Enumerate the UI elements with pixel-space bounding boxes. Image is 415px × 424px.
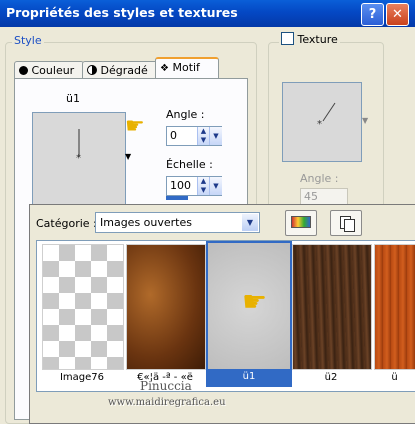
- angle-value: 0: [170, 129, 177, 142]
- copy-pattern-button[interactable]: [330, 210, 362, 236]
- pattern-icon: ❖: [160, 63, 169, 74]
- close-button[interactable]: ✕: [386, 3, 409, 26]
- category-label: Catégorie :: [36, 217, 97, 230]
- tab-motif[interactable]: ❖ Motif: [155, 57, 219, 78]
- pattern-thumbnail[interactable]: [374, 244, 415, 370]
- pattern-thumbnail[interactable]: [42, 244, 124, 370]
- texture-toggle[interactable]: Texture: [279, 32, 340, 46]
- texture-preview: *: [282, 82, 362, 162]
- pattern-options-button[interactable]: [285, 210, 317, 236]
- pattern-thumbnail-label: ü: [391, 372, 398, 383]
- category-value: Images ouvertes: [100, 216, 192, 229]
- chevron-down-icon[interactable]: ▼: [242, 214, 258, 231]
- help-button[interactable]: ?: [361, 3, 384, 26]
- tab-couleur[interactable]: Couleur: [14, 61, 84, 79]
- palette-icon: [291, 216, 311, 228]
- texture-angle-value: 45: [304, 190, 318, 203]
- scale-dropdown-icon[interactable]: ▼: [209, 177, 222, 195]
- category-select[interactable]: Images ouvertes ▼: [95, 212, 260, 233]
- watermark-url: www.maidiregrafica.eu: [108, 397, 226, 408]
- texture-checkbox[interactable]: [281, 32, 294, 45]
- scale-label: Échelle :: [166, 158, 213, 171]
- pattern-thumbnail[interactable]: [292, 244, 372, 370]
- angle-spin-arrows-icon[interactable]: ▲ ▼: [197, 127, 209, 145]
- pattern-thumbnail-label: ü1: [242, 371, 256, 382]
- tab-couleur-label: Couleur: [31, 64, 75, 77]
- angle-dropdown-icon[interactable]: ▼: [209, 127, 222, 145]
- pattern-preview-mark: *: [76, 129, 81, 164]
- hand-pointer-icon: ☛: [242, 285, 268, 318]
- pattern-name: ü1: [66, 92, 80, 105]
- scale-spinner[interactable]: 100 ▲ ▼ ▼: [166, 176, 222, 196]
- half-circle-icon: [87, 65, 97, 75]
- scale-spin-arrows-icon[interactable]: ▲ ▼: [197, 177, 209, 195]
- svg-text:*: *: [317, 119, 322, 130]
- window-title: Propriétés des styles et textures: [6, 5, 238, 20]
- pattern-thumbnail[interactable]: [126, 244, 206, 370]
- texture-label: Texture: [297, 33, 338, 46]
- tab-motif-label: Motif: [172, 61, 200, 74]
- angle-label: Angle :: [166, 108, 205, 121]
- watermark-name: Pinuccia: [140, 379, 192, 393]
- preview-dropdown-arrow-icon[interactable]: ▼: [125, 152, 131, 161]
- style-legend: Style: [12, 34, 44, 47]
- svg-text:*: *: [76, 153, 81, 164]
- pattern-thumbnail-label: Image76: [59, 372, 105, 383]
- texture-dropdown-arrow-icon: ▼: [362, 116, 369, 125]
- tab-degrade-label: Dégradé: [100, 64, 148, 77]
- pattern-thumbnail-label: ü2: [324, 372, 338, 383]
- angle-spinner[interactable]: 0 ▲ ▼ ▼: [166, 126, 222, 146]
- circle-filled-icon: [19, 66, 28, 75]
- pattern-thumbnail-selected[interactable]: ☛ ü1: [206, 241, 292, 387]
- scale-slider-indicator[interactable]: [166, 196, 188, 200]
- hand-pointer-icon: ☛: [125, 114, 145, 139]
- tab-degrade[interactable]: Dégradé: [82, 61, 158, 79]
- pattern-preview[interactable]: *: [32, 112, 126, 206]
- scale-value: 100: [170, 179, 191, 192]
- texture-preview-mark: *: [317, 102, 336, 130]
- texture-angle-label: Angle :: [300, 172, 339, 185]
